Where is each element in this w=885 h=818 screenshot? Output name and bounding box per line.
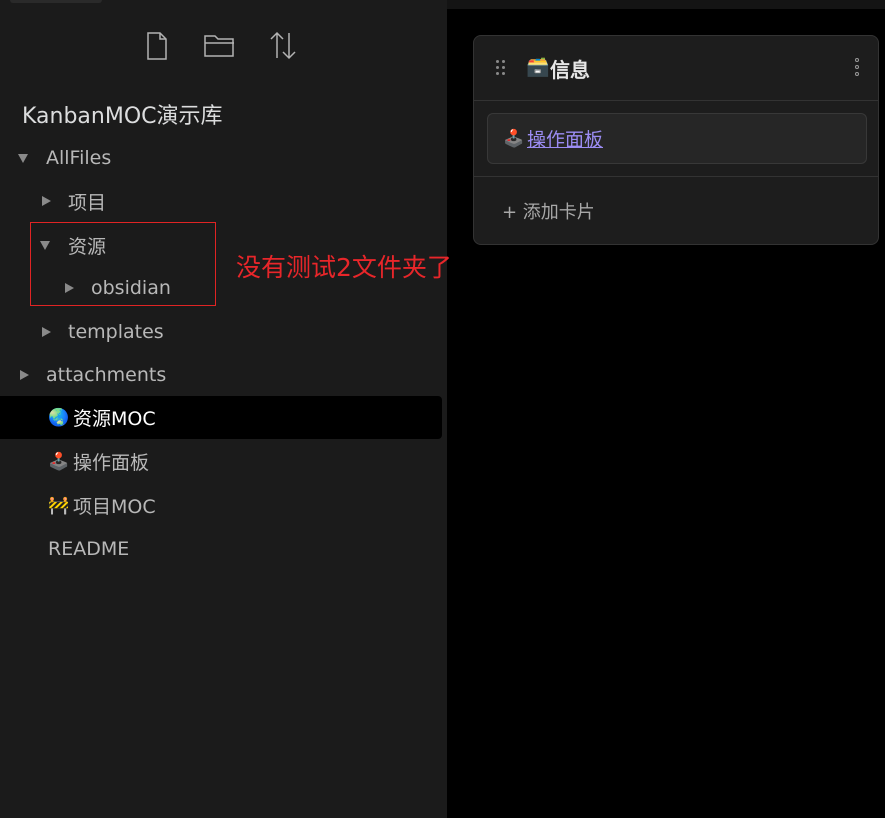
more-options-icon[interactable] xyxy=(852,58,862,78)
construction-icon: 🚧 xyxy=(48,495,70,516)
divider xyxy=(474,176,878,177)
annotation-text: 没有测试2文件夹了 xyxy=(236,253,452,282)
sort-button[interactable] xyxy=(265,28,301,64)
folder-label: AllFiles xyxy=(46,147,112,169)
file-caozuo-mianban[interactable]: 🕹️ 操作面板 xyxy=(0,440,442,483)
drag-handle-icon[interactable] xyxy=(496,60,508,78)
column-title[interactable]: 信息 xyxy=(550,54,590,83)
folder-allfiles[interactable]: AllFiles xyxy=(18,138,111,178)
annotation-highlight-box xyxy=(30,222,216,306)
file-xiangmu-moc[interactable]: 🚧 项目MOC xyxy=(0,484,442,527)
joystick-icon: 🕹️ xyxy=(503,128,525,149)
chevron-right-icon xyxy=(42,327,51,337)
file-label: README xyxy=(48,537,130,560)
file-label: 项目MOC xyxy=(73,496,156,518)
explorer-toolbar xyxy=(0,28,447,66)
chevron-right-icon xyxy=(42,196,51,206)
folder-templates[interactable]: templates xyxy=(42,312,164,352)
new-folder-icon xyxy=(204,35,234,57)
folder-xiangmu[interactable]: 项目 xyxy=(42,181,106,221)
new-folder-button[interactable] xyxy=(202,28,238,64)
sort-icon xyxy=(270,31,296,60)
file-readme[interactable]: README xyxy=(0,527,442,570)
add-card-button[interactable]: + 添加卡片 xyxy=(502,198,595,224)
kanban-card[interactable]: 🕹️ 操作面板 xyxy=(487,113,867,164)
kanban-column: 🗃️ 信息 🕹️ 操作面板 + 添加卡片 xyxy=(473,35,879,245)
file-label: 资源MOC xyxy=(73,408,156,430)
new-note-button[interactable] xyxy=(139,28,175,64)
folder-label: attachments xyxy=(46,364,167,386)
card-link[interactable]: 操作面板 xyxy=(527,125,603,152)
card-box-icon: 🗃️ xyxy=(526,56,550,78)
new-note-icon xyxy=(147,32,167,60)
file-explorer-sidebar: KanbanMOC演示库 AllFiles 项目 资源 obsidian tem… xyxy=(0,0,447,818)
file-ziyuan-moc[interactable]: 🌏 资源MOC xyxy=(0,396,442,439)
chevron-right-icon xyxy=(20,370,29,380)
workspace-tab-bar xyxy=(447,0,885,9)
vault-name[interactable]: KanbanMOC演示库 xyxy=(22,98,223,130)
tab-nub xyxy=(10,0,102,3)
globe-icon: 🌏 xyxy=(48,407,70,428)
folder-attachments[interactable]: attachments xyxy=(20,355,166,395)
joystick-icon: 🕹️ xyxy=(48,451,70,472)
folder-label: 项目 xyxy=(68,191,107,214)
chevron-down-icon xyxy=(18,153,28,163)
file-label: 操作面板 xyxy=(73,452,150,474)
column-header: 🗃️ 信息 xyxy=(474,36,878,101)
folder-label: templates xyxy=(68,321,164,343)
